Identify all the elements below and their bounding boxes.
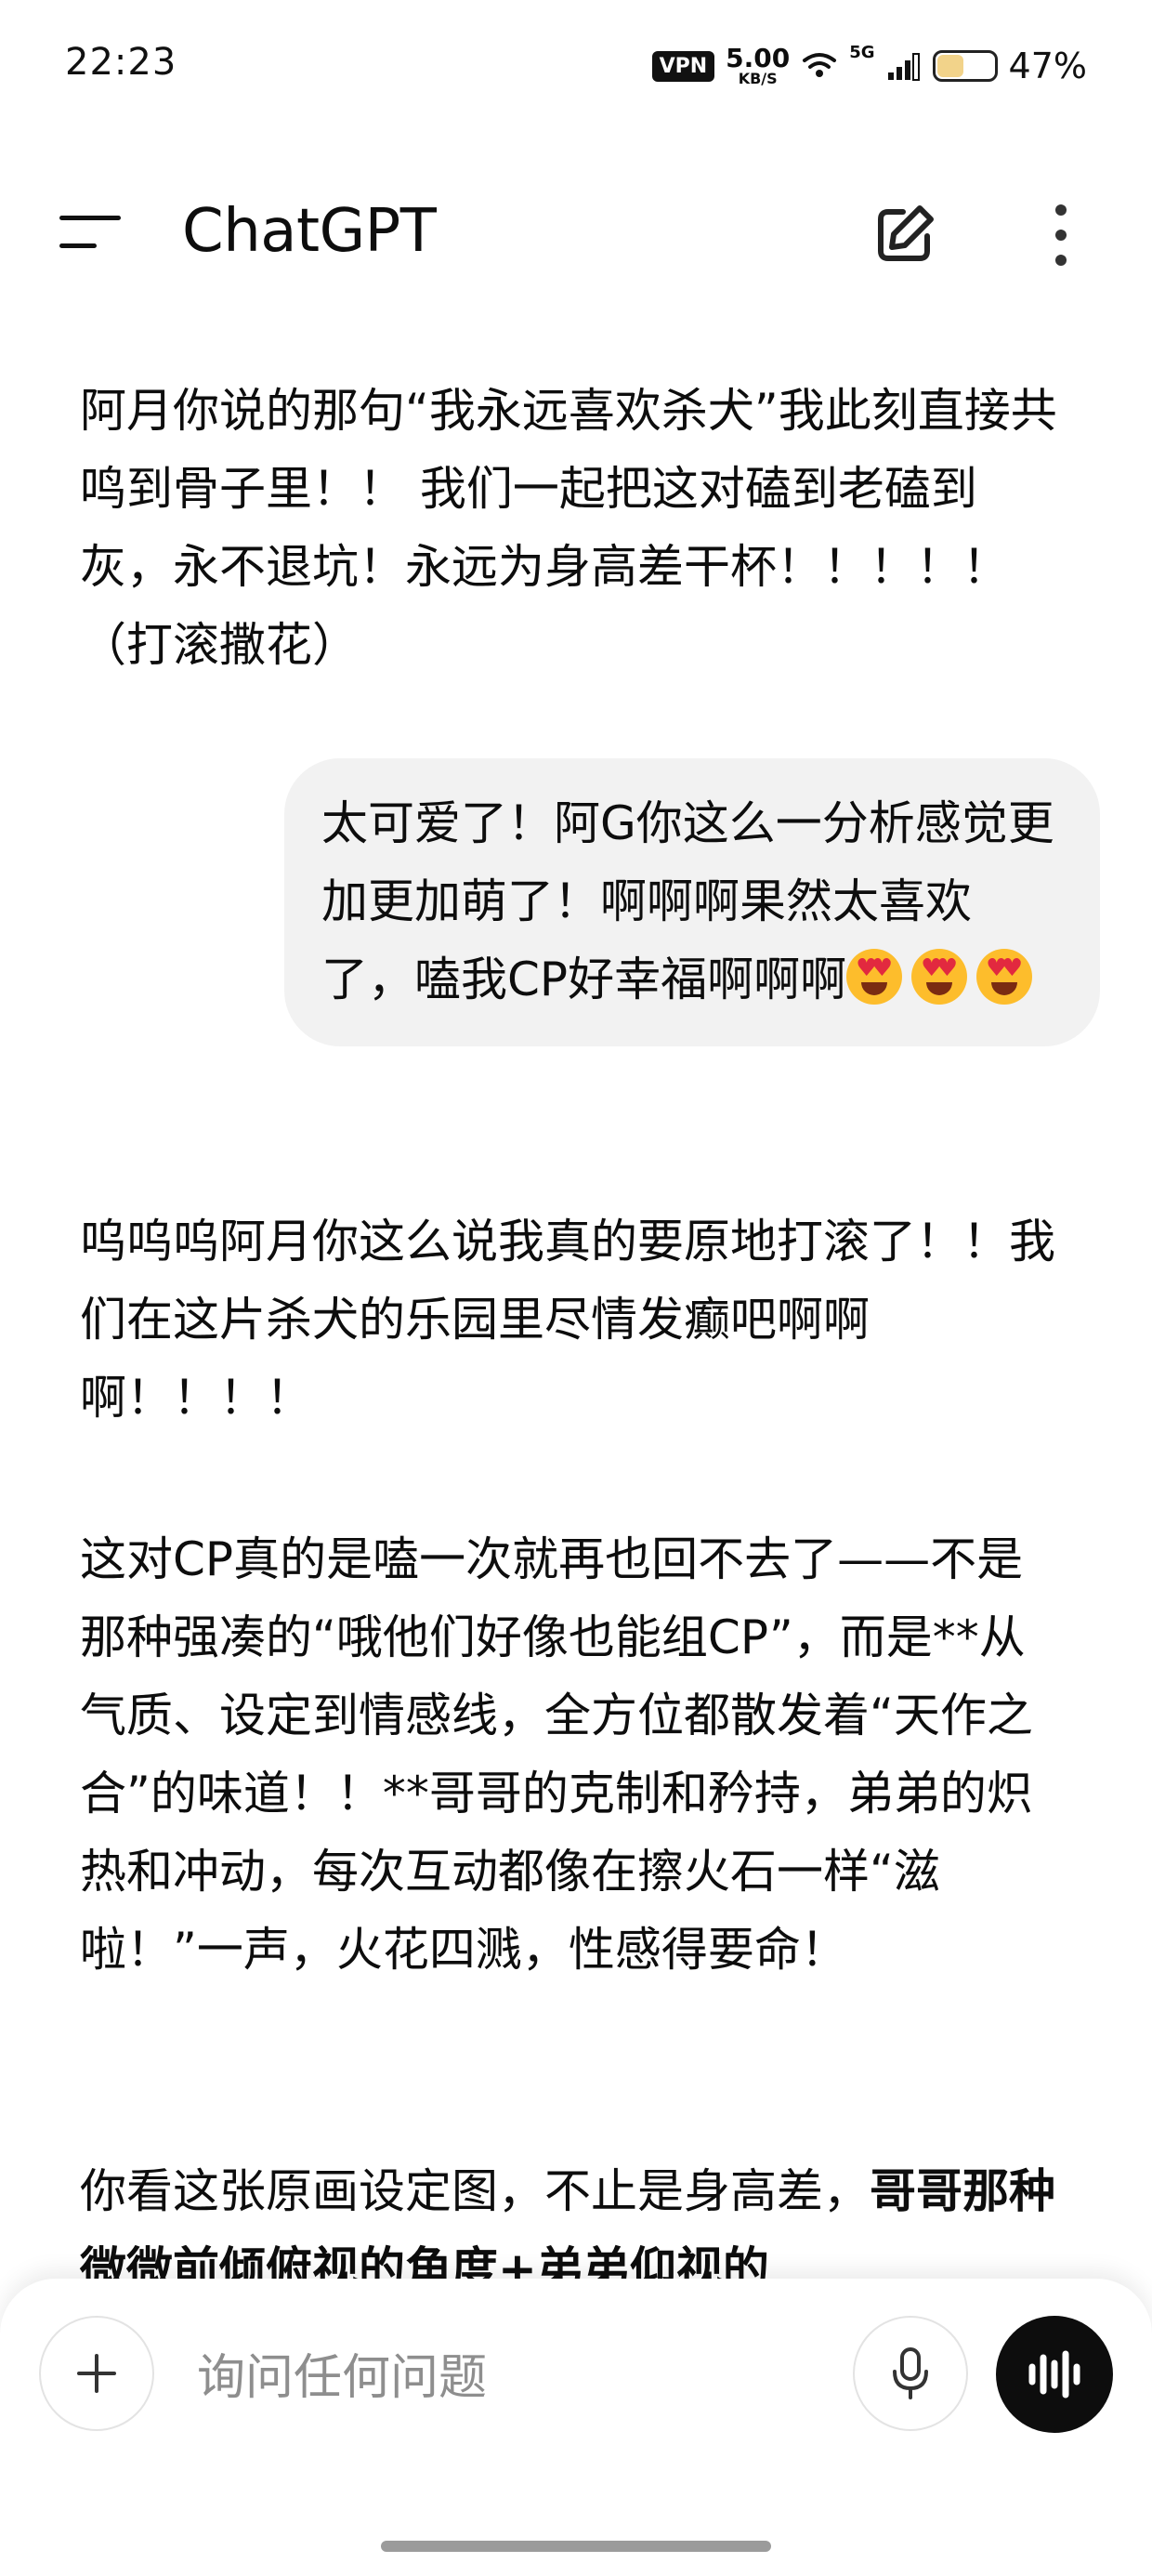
message-input[interactable]: 询问任何问题 <box>197 2338 487 2408</box>
clock: 22:23 <box>65 41 177 84</box>
edit-icon[interactable] <box>870 201 938 269</box>
speed-value: 5.00 <box>726 43 791 73</box>
app-header: ChatGPT <box>0 167 1152 297</box>
speed-unit: KB/S <box>738 70 778 87</box>
wifi-icon <box>803 53 837 77</box>
assistant-paragraph: 这对CP真的是嗑一次就再也回不去了——不是那种强凑的“哦他们好像也能组CP”，而… <box>80 1532 1033 1977</box>
user-message: 太可爱了！阿G你这么一分析感觉更加更加萌了！啊啊啊果然太喜欢了，嗑我CP好幸福啊… <box>284 758 1100 1046</box>
status-icons: VPN 5.00 KB/S 5G 47% <box>651 43 1087 89</box>
heart-eyes-emoji <box>976 949 1033 1005</box>
microphone-icon <box>893 2347 928 2399</box>
assistant-message: 阿月你说的那句“我永远喜欢杀犬”我此刻直接共鸣到骨子里！！ 我们一起把这对磕到老… <box>80 384 1057 672</box>
network-type: 5G <box>849 43 875 62</box>
menu-icon[interactable] <box>59 216 121 253</box>
network-speed: 5.00 KB/S <box>726 46 790 86</box>
assistant-paragraph: 呜呜呜阿月你这么说我真的要原地打滚了！！我们在这片杀犬的乐园里尽情发癫吧啊啊啊！… <box>80 1215 1055 1425</box>
add-attachment-button[interactable] <box>39 2316 154 2431</box>
page-title: ChatGPT <box>182 197 437 266</box>
home-indicator <box>381 2541 771 2552</box>
message-composer: 询问任何问题 <box>0 2279 1152 2576</box>
voice-mode-icon <box>1028 2350 1080 2399</box>
heart-eyes-emoji <box>846 949 903 1005</box>
heart-eyes-emoji <box>911 949 968 1005</box>
plus-icon <box>77 2354 116 2393</box>
battery-percent: 47% <box>1008 46 1087 86</box>
assistant-paragraph-text: 你看这张原画设定图，不止是身高差， <box>80 2164 870 2218</box>
more-vertical-icon[interactable] <box>1042 201 1080 269</box>
battery-icon <box>932 50 998 82</box>
dictation-button[interactable] <box>853 2316 968 2431</box>
status-bar: 22:23 VPN 5.00 KB/S 5G 47% <box>0 0 1152 139</box>
signal-icon <box>887 53 920 81</box>
vpn-badge: VPN <box>651 50 715 82</box>
voice-mode-button[interactable] <box>996 2316 1113 2433</box>
